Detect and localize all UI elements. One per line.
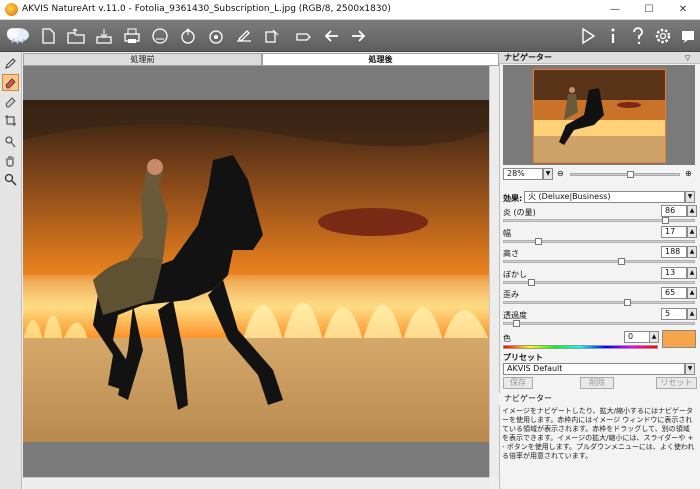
param-slider[interactable] [503,279,695,286]
hand-tool-icon[interactable] [2,152,19,169]
zoom-dropdown-icon[interactable]: ▼ [543,168,553,180]
vertical-scrollbar[interactable] [489,66,499,477]
param-stepper-icon[interactable]: ▲ [687,267,697,279]
navigator-header: ナビゲーター ▽ [499,52,700,64]
param-stepper-icon[interactable]: ▲ [687,287,697,299]
clone-tool-icon[interactable] [2,133,19,150]
watermark-icon[interactable] [294,26,314,46]
param-slider-thumb[interactable] [535,238,542,245]
preset-delete-button[interactable]: 削除 [580,377,614,389]
upload-icon[interactable] [178,26,198,46]
param-stepper-icon[interactable]: ▲ [687,226,697,238]
param-slider[interactable] [503,320,695,327]
presets-label: プリセット [503,353,543,362]
run-icon[interactable] [578,26,598,46]
zoom-in-icon[interactable]: ⊕ [685,169,692,178]
preset-dropdown-icon[interactable]: ▼ [685,363,695,375]
preset-select[interactable]: AKVIS Default [503,363,685,375]
color-stepper-icon[interactable]: ▲ [649,331,659,343]
collapse-icon[interactable]: ▽ [685,52,690,64]
param-stepper-icon[interactable]: ▲ [687,246,697,258]
param-slider[interactable] [503,238,695,245]
zoom-out-icon[interactable]: ⊖ [557,169,564,178]
param-label: 歪み [503,290,519,299]
hint-text: イメージをナビゲートしたり、拡大/縮小するにはナビゲーターを使用します。赤枠内に… [502,407,695,460]
natureart-logo-icon [4,22,32,50]
crop-tool-icon[interactable] [2,112,19,129]
effect-select[interactable]: 火 (Deluxe|Business) [524,191,685,203]
param-value-field[interactable]: 13 [661,267,687,279]
maximize-button[interactable]: ☐ [632,0,666,20]
param-stepper-icon[interactable]: ▲ [687,308,697,320]
close-button[interactable]: ✕ [666,0,700,20]
save-icon[interactable] [94,26,114,46]
color-swatch[interactable] [662,330,696,348]
export-icon[interactable] [262,26,282,46]
param-slider-thumb[interactable] [662,217,669,224]
param-slider-thumb[interactable] [624,299,631,306]
param-value-field[interactable]: 17 [661,226,687,238]
share-icon[interactable] [150,26,170,46]
effect-label: 効果: [503,194,523,203]
minimize-button[interactable]: — [598,0,632,20]
window-title: AKVIS NatureArt v.11.0 - Fotolia_9361430… [22,4,391,14]
zoom-tool-icon[interactable] [2,171,19,188]
gear-icon[interactable] [653,26,673,46]
hue-slider[interactable] [503,345,658,349]
eraser-tool-icon[interactable] [2,74,19,91]
info-icon[interactable] [603,26,623,46]
edit-batch-icon[interactable] [234,26,254,46]
tab-before[interactable]: 処理前 [23,53,262,66]
pencil-tool-icon[interactable] [2,55,19,72]
param-slider-thumb[interactable] [513,320,520,327]
param-stepper-icon[interactable]: ▲ [687,205,697,217]
navigator-thumbnail[interactable] [533,69,666,163]
tab-after[interactable]: 処理後 [262,53,499,66]
hint-header: ナビゲーター [499,393,700,405]
param-value-field[interactable]: 5 [661,308,687,320]
back-arrow-icon[interactable] [322,26,342,46]
open-folder-icon[interactable] [66,26,86,46]
zoom-level-field[interactable]: 28% [503,168,543,180]
effect-dropdown-icon[interactable]: ▼ [685,191,695,203]
result-image[interactable] [23,100,489,442]
tools-panel [0,52,22,489]
param-value-field[interactable]: 86 [661,205,687,217]
param-slider[interactable] [503,258,695,265]
param-label: 高さ [503,249,519,258]
app-logo-icon [5,3,18,16]
zoom-slider-thumb[interactable] [627,171,634,178]
print-icon[interactable] [122,26,142,46]
param-value-field[interactable]: 188 [661,246,687,258]
settings-save-icon[interactable] [206,26,226,46]
param-label: 幅 [503,229,511,238]
help-icon[interactable] [628,26,648,46]
preset-reset-button[interactable]: リセット [656,377,697,389]
param-slider-thumb[interactable] [618,258,625,265]
forward-arrow-icon[interactable] [348,26,368,46]
color-label: 色 [503,334,511,343]
preset-save-button[interactable]: 保存 [503,377,533,389]
param-slider[interactable] [503,299,695,306]
param-value-field[interactable]: 65 [661,287,687,299]
param-label: 炎 (の量) [503,208,536,217]
title-bar: AKVIS NatureArt v.11.0 - Fotolia_9361430… [0,0,700,20]
navigator-title: ナビゲーター [504,53,552,62]
new-file-icon[interactable] [38,26,58,46]
toolbar [0,20,700,52]
param-slider[interactable] [503,217,695,224]
horizontal-scrollbar[interactable] [23,477,489,489]
zoom-slider[interactable] [570,171,680,178]
param-label: ぼかし [503,270,527,279]
param-slider-thumb[interactable] [528,279,535,286]
brush-tool-icon[interactable] [2,93,19,110]
color-value-field[interactable]: 0 [624,331,650,343]
chat-icon[interactable] [678,26,698,46]
